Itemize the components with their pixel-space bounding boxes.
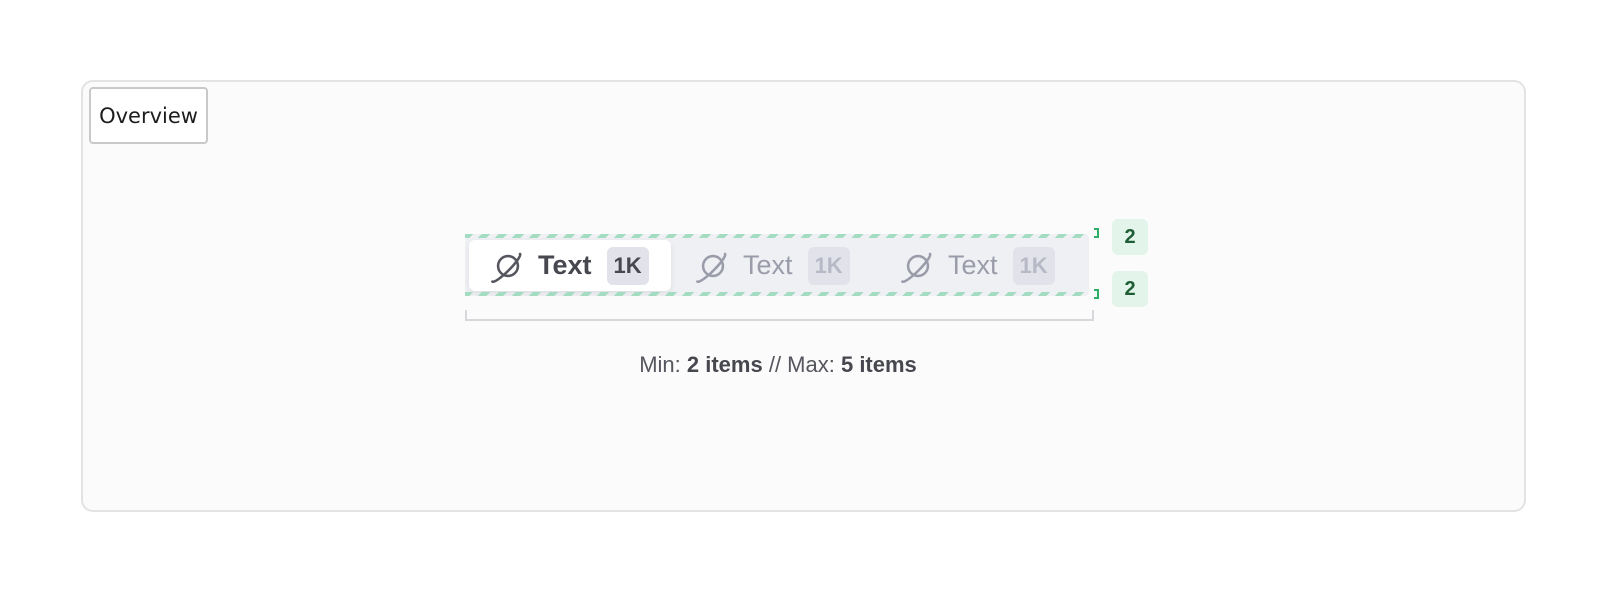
tab-count-badge: 1K bbox=[1012, 246, 1055, 285]
spacing-marker-top bbox=[1094, 228, 1099, 238]
tab-count-badge: 1K bbox=[807, 246, 850, 285]
tab-label: Text bbox=[743, 250, 793, 280]
tab-label: Text bbox=[538, 250, 592, 280]
spacing-badge-bottom: 2 bbox=[1112, 271, 1148, 307]
caption-min-value: 2 items bbox=[686, 352, 763, 377]
tab-count-badge: 1K bbox=[606, 246, 649, 285]
tab-item-3[interactable]: Text 1K bbox=[879, 240, 1081, 291]
tab-bar: Text 1K Text 1K Text 1K bbox=[465, 234, 1089, 296]
caption-min-prefix: Min: bbox=[639, 352, 687, 377]
item-count-caption: Min: 2 items // Max: 5 items bbox=[0, 352, 1556, 378]
planet-icon bbox=[491, 252, 522, 283]
tab-label: Text bbox=[948, 250, 998, 280]
tab-overview[interactable]: Overview bbox=[89, 87, 208, 144]
planet-icon bbox=[901, 252, 932, 283]
width-range-bracket bbox=[465, 310, 1094, 321]
spacing-badge-top: 2 bbox=[1112, 219, 1148, 255]
tab-item-2[interactable]: Text 1K bbox=[674, 240, 876, 291]
spacing-marker-bottom bbox=[1094, 289, 1099, 299]
tab-item-1[interactable]: Text 1K bbox=[469, 240, 671, 291]
caption-separator: // Max: bbox=[762, 352, 841, 377]
canvas-frame: Overview bbox=[81, 80, 1526, 512]
caption-max-value: 5 items bbox=[840, 352, 917, 377]
planet-icon bbox=[696, 252, 727, 283]
